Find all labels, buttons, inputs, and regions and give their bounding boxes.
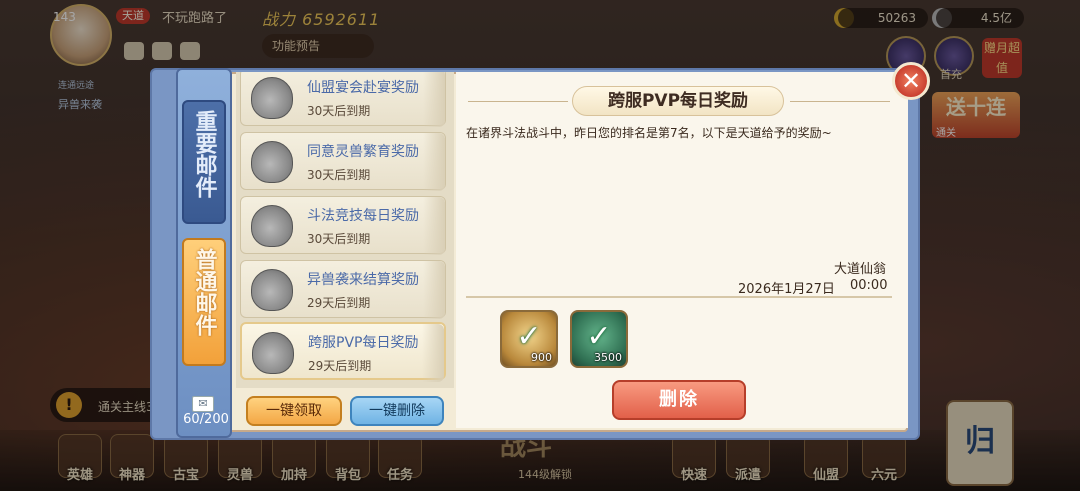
reward-bag-icon bbox=[251, 205, 293, 247]
mail-expire: 30天后到期 bbox=[307, 232, 371, 246]
mail-expire: 30天后到期 bbox=[307, 168, 371, 182]
mail-expire: 29天后到期 bbox=[308, 359, 372, 373]
mail-item[interactable]: 斗法竞技每日奖励 30天后到期 bbox=[240, 196, 446, 255]
tab-important-label: 重要邮件 bbox=[191, 110, 217, 198]
mail-list[interactable]: 仙盟宴会赴宴奖励 30天后到期 同意灵兽繁育奖励 30天后到期 斗法竞技每日奖励… bbox=[236, 72, 454, 388]
title-divider bbox=[790, 101, 890, 102]
mail-item-edge bbox=[422, 324, 444, 382]
close-icon[interactable]: ✕ bbox=[892, 62, 930, 100]
reward-bag-icon bbox=[252, 332, 294, 374]
mail-expire: 29天后到期 bbox=[307, 296, 371, 310]
gold-ingot-icon[interactable]: ✓ 900 bbox=[500, 310, 558, 368]
mail-time: 00:00 bbox=[850, 278, 888, 293]
mail-expire: 30天后到期 bbox=[307, 104, 371, 118]
mail-sender: 大道仙翁 bbox=[833, 262, 886, 277]
title-divider bbox=[468, 101, 568, 102]
tab-important-mail[interactable]: 重要邮件 bbox=[182, 100, 226, 224]
reward-quantity: 900 bbox=[531, 351, 552, 364]
claimed-check-icon: ✓ bbox=[516, 319, 542, 354]
delete-all-button[interactable]: 一键删除 bbox=[350, 396, 444, 426]
mail-item[interactable]: 仙盟宴会赴宴奖励 30天后到期 bbox=[240, 72, 446, 127]
mail-title: 跨服PVP每日奖励 bbox=[308, 335, 419, 351]
mail-title: 斗法竞技每日奖励 bbox=[307, 208, 419, 224]
jade-stone-icon[interactable]: ✓ 3500 bbox=[570, 310, 628, 368]
mail-date: 2026年1月27日 bbox=[738, 282, 835, 297]
detail-divider bbox=[466, 296, 892, 298]
claimed-check-icon: ✓ bbox=[586, 319, 612, 354]
collect-all-button[interactable]: 一键领取 bbox=[246, 396, 342, 426]
mail-item[interactable]: 同意灵兽繁育奖励 30天后到期 bbox=[240, 132, 446, 191]
reward-bag-icon bbox=[251, 141, 293, 183]
reward-bag-icon bbox=[251, 77, 293, 119]
tab-normal-mail[interactable]: 普通邮件 bbox=[182, 238, 226, 366]
mail-detail-body: 在诸界斗法战斗中，昨日您的排名是第7名，以下是天道给予的奖励~ bbox=[466, 126, 832, 140]
mail-title: 同意灵兽繁育奖励 bbox=[307, 144, 419, 160]
reward-quantity: 3500 bbox=[594, 351, 622, 364]
mail-title: 异兽袭来结算奖励 bbox=[307, 272, 419, 288]
envelope-icon: ✉ bbox=[192, 396, 214, 412]
mail-item-selected[interactable]: 跨服PVP每日奖励 29天后到期 bbox=[240, 322, 446, 382]
mail-item[interactable]: 异兽袭来结算奖励 29天后到期 bbox=[240, 260, 446, 319]
mail-item-edge bbox=[423, 133, 445, 191]
mail-count: 60/200 bbox=[183, 412, 229, 427]
mail-title: 仙盟宴会赴宴奖励 bbox=[307, 80, 419, 96]
reward-bag-icon bbox=[251, 269, 293, 311]
mail-item-edge bbox=[423, 197, 445, 255]
mail-item-edge bbox=[423, 261, 445, 319]
mail-item-edge bbox=[423, 72, 445, 127]
mail-detail-title: 跨服PVP每日奖励 bbox=[572, 86, 784, 116]
delete-button[interactable]: 删除 bbox=[612, 380, 746, 420]
tab-normal-label: 普通邮件 bbox=[191, 248, 217, 336]
